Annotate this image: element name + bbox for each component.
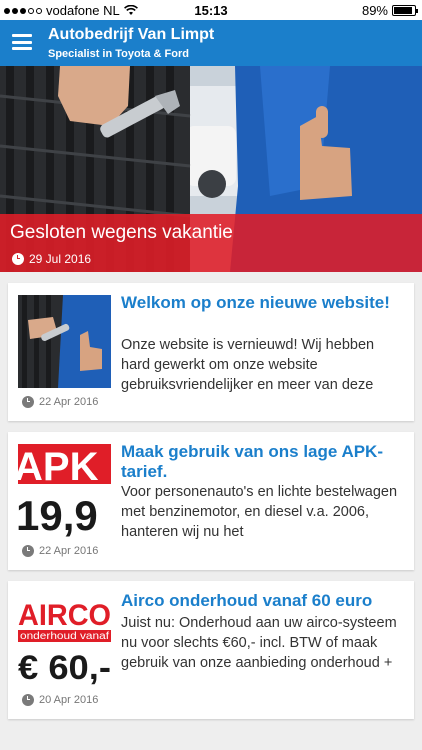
app-subtitle: Specialist in Toyota & Ford (48, 48, 189, 60)
article-thumbnail (18, 295, 111, 388)
article-title[interactable]: Maak gebruik van ons lage APK-tarief. (121, 442, 406, 482)
clock-icon (12, 253, 24, 265)
article-excerpt: Voor personenauto's en lichte bestelwage… (121, 484, 398, 540)
article-thumbnail: APK 19,9 (18, 444, 111, 537)
article-date: 20 Apr 2016 (22, 694, 98, 706)
app-header: Autobedrijf Van Limpt Specialist in Toyo… (0, 20, 422, 66)
featured-date: 29 Jul 2016 (12, 252, 91, 266)
battery-percentage: 89% (361, 3, 388, 18)
status-right: 89% (361, 3, 418, 18)
hamburger-menu-icon[interactable] (12, 34, 32, 50)
mechanic-thumbnail-image (18, 295, 111, 388)
airco-thumb-label: AIRCO (18, 599, 111, 632)
article-date-text: 22 Apr 2016 (39, 545, 99, 557)
clock-icon (22, 545, 34, 557)
article-date-text: 20 Apr 2016 (39, 694, 99, 706)
battery-fill (394, 7, 412, 14)
status-bar: vodafone NL 15:13 89% (0, 0, 422, 20)
apk-thumbnail-image: APK 19,9 (18, 444, 111, 537)
article-title[interactable]: Welkom op onze nieuwe website! (121, 293, 406, 313)
apk-thumb-label: APK (18, 445, 99, 489)
article-thumbnail: AIRCO onderhoud vanaf € 60,- (18, 593, 111, 686)
article-date-text: 22 Apr 2016 (39, 396, 99, 408)
airco-thumb-subtitle: onderhoud vanaf (20, 631, 109, 642)
article-card[interactable]: AIRCO onderhoud vanaf € 60,- Airco onder… (8, 581, 414, 719)
clock-icon (22, 396, 34, 408)
article-excerpt: Onze website is vernieuwd! Wij hebben ha… (121, 337, 375, 393)
clock-time: 15:13 (194, 3, 228, 18)
article-title[interactable]: Airco onderhoud vanaf 60 euro (121, 591, 406, 611)
airco-thumbnail-image: AIRCO onderhoud vanaf € 60,- (18, 599, 111, 686)
clock-icon (22, 694, 34, 706)
article-excerpt: Juist nu: Onderhoud aan uw airco-systeem… (121, 615, 397, 671)
article-card[interactable]: APK 19,9 Maak gebruik van ons lage APK-t… (8, 432, 414, 570)
article-date: 22 Apr 2016 (22, 545, 98, 557)
featured-article[interactable]: Gesloten wegens vakantie 29 Jul 2016 (0, 66, 422, 272)
featured-title[interactable]: Gesloten wegens vakantie (10, 222, 233, 244)
battery-icon (392, 5, 418, 16)
airco-thumb-price: € 60,- (18, 649, 111, 686)
article-date: 22 Apr 2016 (22, 396, 98, 408)
apk-thumb-price: 19,9 (18, 492, 98, 537)
featured-date-text: 29 Jul 2016 (29, 252, 92, 266)
app-title: Autobedrijf Van Limpt (48, 26, 215, 43)
article-card[interactable]: Welkom op onze nieuwe website! Onze webs… (8, 283, 414, 421)
